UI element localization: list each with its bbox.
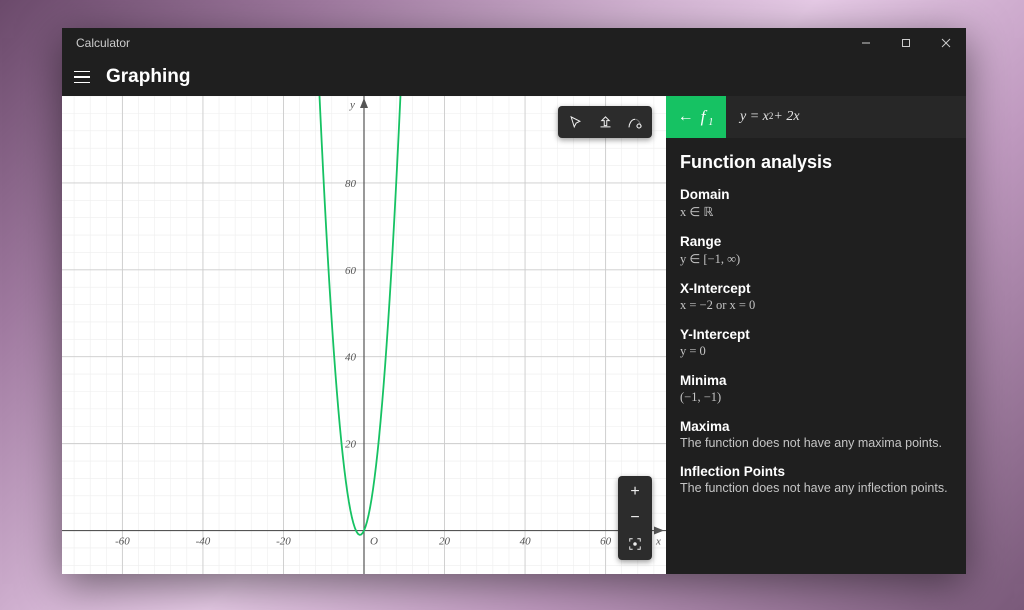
analysis-property: Domain x ∈ ℝ (680, 187, 952, 220)
cursor-tool-icon[interactable] (561, 109, 589, 135)
analysis-body: Function analysis Domain x ∈ ℝ Range y ∈ [−… (666, 138, 966, 574)
svg-text:60: 60 (345, 265, 357, 277)
function-header: ← f1 y = x2 + 2x (666, 96, 966, 138)
svg-text:80: 80 (345, 178, 357, 190)
analysis-property: X-Intercept x = −2 or x = 0 (680, 281, 952, 313)
graph-toolbar (558, 106, 652, 138)
property-value: x ∈ ℝ (680, 204, 952, 220)
analysis-property: Range y ∈ [−1, ∞) (680, 234, 952, 267)
svg-text:40: 40 (345, 352, 357, 364)
property-label: Inflection Points (680, 464, 952, 479)
content: y x O -60 -40 -20 20 40 60 20 40 60 80 + − (62, 96, 966, 574)
graph-canvas: y x O -60 -40 -20 20 40 60 20 40 60 80 (62, 96, 666, 574)
analysis-property: Maxima The function does not have any max… (680, 419, 952, 450)
analysis-property: Inflection Points The function does not h… (680, 464, 952, 495)
app-window: Calculator Graphing y x O -60 -40 -20 20 40 60 20… (62, 28, 966, 574)
close-button[interactable] (926, 28, 966, 58)
zoom-fit-button[interactable] (621, 531, 649, 557)
property-label: Minima (680, 373, 952, 388)
analysis-pane: ← f1 y = x2 + 2x Function analysis Domai… (666, 96, 966, 574)
window-title: Calculator (76, 36, 130, 50)
titlebar: Calculator (62, 28, 966, 58)
zoom-controls: + − (618, 476, 652, 560)
analysis-property: Y-Intercept y = 0 (680, 327, 952, 359)
property-value: The function does not have any inflectio… (680, 481, 952, 495)
svg-text:-60: -60 (115, 536, 130, 548)
property-value: x = −2 or x = 0 (680, 298, 952, 313)
svg-text:20: 20 (345, 439, 357, 451)
svg-text:-20: -20 (276, 536, 291, 548)
property-label: X-Intercept (680, 281, 952, 296)
svg-text:O: O (370, 536, 378, 548)
property-value: The function does not have any maxima po… (680, 436, 952, 450)
svg-text:y: y (349, 99, 355, 111)
graph-pane[interactable]: y x O -60 -40 -20 20 40 60 20 40 60 80 + − (62, 96, 666, 574)
svg-text:-40: -40 (196, 536, 211, 548)
property-value: y = 0 (680, 344, 952, 359)
svg-text:60: 60 (600, 536, 612, 548)
share-icon[interactable] (591, 109, 619, 135)
function-symbol: f (701, 107, 706, 127)
header: Graphing (62, 58, 966, 96)
mode-title: Graphing (106, 66, 190, 88)
minimize-button[interactable] (846, 28, 886, 58)
analysis-property: Minima (−1, −1) (680, 373, 952, 405)
zoom-out-button[interactable]: − (621, 505, 649, 531)
svg-text:20: 20 (439, 536, 451, 548)
back-button[interactable]: ← f1 (666, 96, 726, 138)
property-label: Range (680, 234, 952, 249)
property-label: Y-Intercept (680, 327, 952, 342)
svg-text:x: x (655, 536, 661, 548)
menu-icon[interactable] (72, 67, 92, 87)
property-label: Maxima (680, 419, 952, 434)
property-value: (−1, −1) (680, 390, 952, 405)
function-subscript: 1 (708, 117, 713, 128)
zoom-in-button[interactable]: + (621, 479, 649, 505)
back-arrow-icon: ← (678, 108, 694, 126)
svg-text:40: 40 (520, 536, 532, 548)
maximize-button[interactable] (886, 28, 926, 58)
function-expression: y = x2 + 2x (726, 96, 966, 138)
analysis-title: Function analysis (680, 152, 952, 173)
graph-settings-icon[interactable] (621, 109, 649, 135)
property-label: Domain (680, 187, 952, 202)
property-value: y ∈ [−1, ∞) (680, 251, 952, 267)
